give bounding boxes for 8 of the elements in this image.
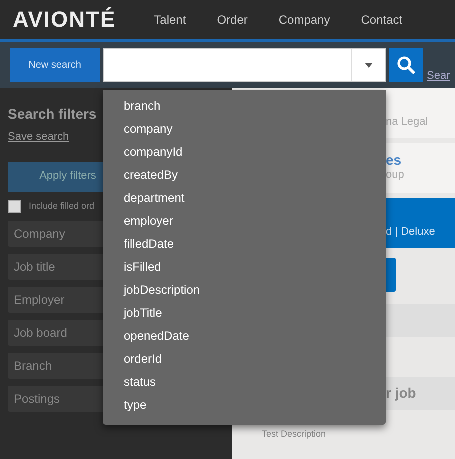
card-title: es xyxy=(386,152,403,167)
description-text: Test Description xyxy=(262,428,326,441)
card-subtitle: oup xyxy=(386,168,406,183)
banner-text: d | Deluxe xyxy=(386,224,436,240)
section-title: r job xyxy=(385,384,416,403)
checkbox-label: Include filled ord xyxy=(29,200,95,212)
company-text: na Legal xyxy=(386,114,428,130)
sidebar-title: Search filters xyxy=(8,105,97,124)
